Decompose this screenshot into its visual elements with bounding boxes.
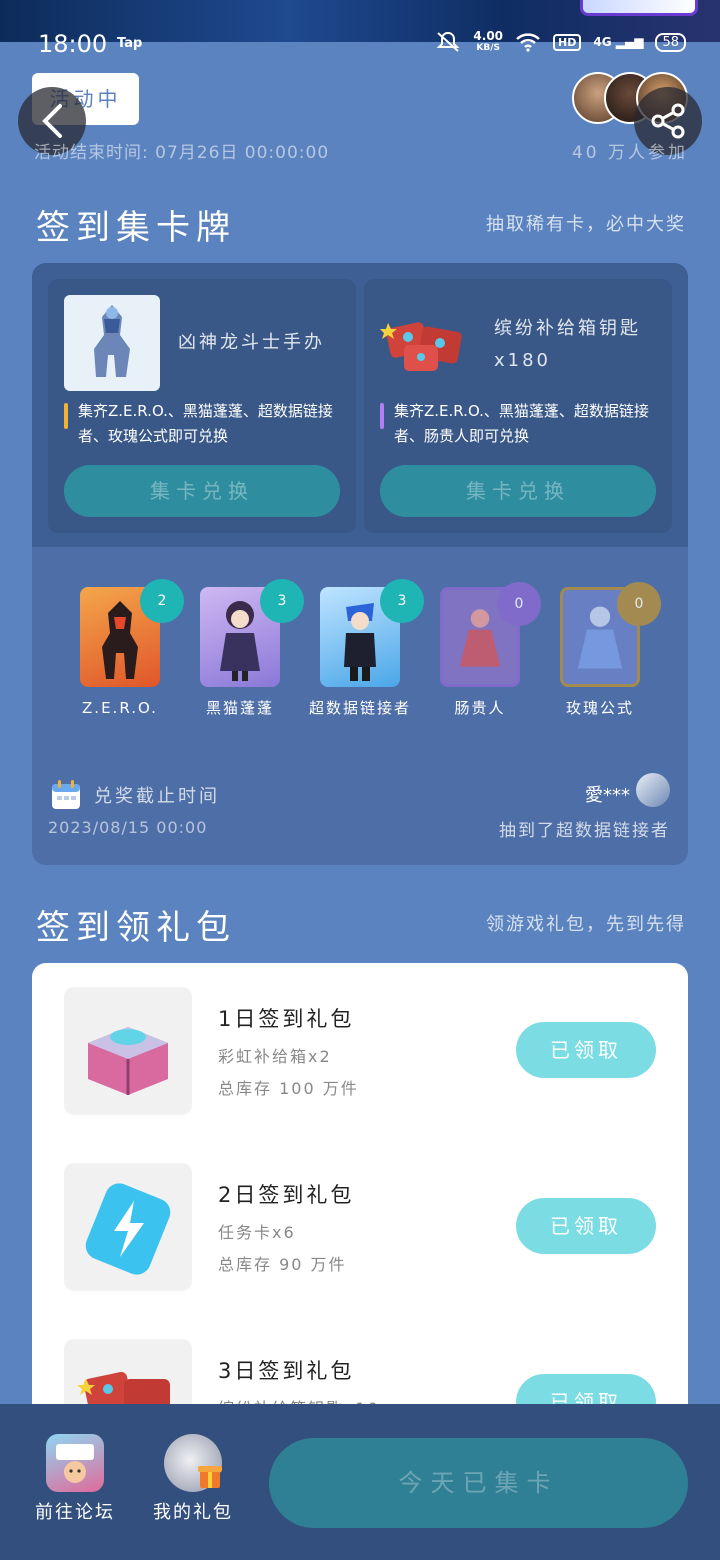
winner-action: 抽到了超数据链接者 bbox=[499, 821, 670, 841]
card-count-badge: 0 bbox=[617, 582, 661, 626]
status-time: 18:00 bbox=[38, 30, 108, 58]
gift-title: 1日签到礼包 bbox=[218, 1007, 355, 1031]
task-card-image bbox=[64, 1163, 192, 1291]
character-card[interactable]: 0 玫瑰公式 bbox=[540, 579, 661, 721]
character-name: 肠贵人 bbox=[454, 699, 506, 717]
gift-title: 2日签到礼包 bbox=[218, 1183, 355, 1207]
battery-indicator: 58 bbox=[655, 32, 686, 52]
gift-item: 彩虹补给箱x2 bbox=[218, 1047, 332, 1066]
network-speed: 4.00 KB/S bbox=[473, 29, 504, 53]
character-name: 超数据链接者 bbox=[308, 699, 411, 717]
hd-badge: HD bbox=[553, 33, 582, 51]
gift-title: 3日签到礼包 bbox=[218, 1359, 355, 1383]
card-count-badge: 2 bbox=[140, 579, 184, 623]
rose-formula-card-image: 0 bbox=[560, 582, 661, 687]
status-app-badge: Tap bbox=[117, 36, 143, 51]
reward-card-key: 缤纷补给箱钥匙 x180 集齐Z.E.R.O.、黑猫蓬蓬、超数据链接者、肠贵人即… bbox=[364, 279, 672, 533]
chang-guiren-card-image: 0 bbox=[440, 582, 541, 687]
reward-quantity: x180 bbox=[494, 350, 552, 371]
black-cat-card-image: 3 bbox=[200, 579, 304, 687]
gift-stock: 总库存 100 万件 bbox=[218, 1079, 359, 1098]
character-card-row: 2 Z.E.R.O. 3 黑猫蓬蓬 3 超数据链接者 0 肠贵人 0 玫瑰公式 bbox=[32, 579, 688, 749]
share-icon bbox=[651, 103, 685, 139]
dragon-warrior-figure-icon bbox=[94, 305, 130, 377]
character-name: Z.E.R.O. bbox=[82, 699, 158, 717]
figure-image bbox=[64, 295, 160, 391]
list-item: 1日签到礼包 彩虹补给箱x2 总库存 100 万件 已领取 bbox=[32, 963, 688, 1115]
character-name: 黑猫蓬蓬 bbox=[205, 699, 274, 717]
lightning-card-icon bbox=[85, 1183, 171, 1275]
supply-box-key-image bbox=[380, 295, 476, 391]
reward-row: 凶神龙斗士手办 集齐Z.E.R.O.、黑猫蓬蓬、超数据链接者、玫瑰公式即可兑换 … bbox=[32, 263, 688, 547]
bottom-action-bar: 前往论坛 我的礼包 今天已集卡 bbox=[0, 1404, 720, 1560]
rainbow-supply-box-image bbox=[64, 987, 192, 1115]
avatar bbox=[636, 773, 670, 807]
key-box-icon bbox=[380, 322, 462, 371]
calendar-icon bbox=[52, 780, 80, 809]
character-card[interactable]: 3 黑猫蓬蓬 bbox=[180, 579, 304, 721]
card-collection-panel: 凶神龙斗士手办 集齐Z.E.R.O.、黑猫蓬蓬、超数据链接者、玫瑰公式即可兑换 … bbox=[32, 263, 688, 865]
collected-today-button[interactable]: 今天已集卡 bbox=[269, 1438, 688, 1528]
reward-condition: 集齐Z.E.R.O.、黑猫蓬蓬、超数据链接者、玫瑰公式即可兑换 bbox=[64, 399, 342, 449]
claimed-button[interactable]: 已领取 bbox=[516, 1022, 656, 1078]
exchange-button[interactable]: 集卡兑换 bbox=[380, 465, 656, 517]
reward-name: 缤纷补给箱钥匙 bbox=[494, 318, 641, 339]
character-card[interactable]: 3 超数据链接者 bbox=[300, 579, 424, 721]
participant-count: 40 万人参加 bbox=[571, 143, 688, 163]
forum-icon bbox=[56, 1444, 94, 1483]
claimed-button[interactable]: 已领取 bbox=[516, 1198, 656, 1254]
list-item: 2日签到礼包 任务卡x6 总库存 90 万件 已领取 bbox=[32, 1139, 688, 1291]
wifi-icon bbox=[516, 33, 540, 52]
deadline-date: 2023/08/15 00:00 bbox=[48, 818, 208, 837]
status-icons: 4.00 KB/S HD 4G ▂▄▆ 58 bbox=[435, 30, 686, 54]
reward-name: 凶神龙斗士手办 bbox=[178, 332, 325, 353]
exchange-button[interactable]: 集卡兑换 bbox=[64, 465, 340, 517]
banner-logo bbox=[580, 0, 698, 16]
card-section-subtitle: 抽取稀有卡，必中大奖 bbox=[486, 214, 686, 235]
chevron-left-icon bbox=[42, 104, 62, 138]
signal-icon: 4G ▂▄▆ bbox=[593, 35, 644, 49]
card-section-title: 签到集卡牌 bbox=[36, 208, 236, 248]
supply-box-icon bbox=[88, 1027, 168, 1095]
character-card[interactable]: 0 肠贵人 bbox=[420, 579, 541, 721]
forum-app-icon bbox=[46, 1434, 104, 1492]
mute-bell-icon bbox=[437, 31, 460, 52]
gift-box-icon bbox=[198, 1466, 222, 1488]
status-bar: 18:00 Tap 4.00 KB/S HD 4G ▂▄▆ 58 bbox=[0, 22, 720, 66]
deadline-label: 兑奖截止时间 bbox=[94, 786, 220, 807]
activity-end-time: 活动结束时间: 07月26日 00:00:00 bbox=[34, 143, 330, 163]
my-gifts-nav-label: 我的礼包 bbox=[153, 1502, 233, 1523]
zero-card-image: 2 bbox=[80, 579, 184, 687]
my-gifts-avatar bbox=[164, 1434, 222, 1492]
winner-name: 愛*** bbox=[585, 785, 630, 806]
character-card[interactable]: 2 Z.E.R.O. bbox=[60, 579, 184, 721]
gift-section-title: 签到领礼包 bbox=[36, 908, 236, 948]
card-count-badge: 0 bbox=[497, 582, 541, 626]
data-linker-card-image: 3 bbox=[320, 579, 424, 687]
reward-card-figure: 凶神龙斗士手办 集齐Z.E.R.O.、黑猫蓬蓬、超数据链接者、玫瑰公式即可兑换 … bbox=[48, 279, 356, 533]
forum-nav-item[interactable]: 前往论坛 bbox=[20, 1434, 130, 1524]
card-count-badge: 3 bbox=[260, 579, 304, 623]
card-count-badge: 3 bbox=[380, 579, 424, 623]
my-gifts-nav-item[interactable]: 我的礼包 bbox=[138, 1434, 248, 1524]
reward-condition: 集齐Z.E.R.O.、黑猫蓬蓬、超数据链接者、肠贵人即可兑换 bbox=[380, 399, 658, 449]
gift-stock: 总库存 90 万件 bbox=[218, 1255, 347, 1274]
character-name: 玫瑰公式 bbox=[565, 699, 634, 717]
gift-item: 任务卡x6 bbox=[218, 1223, 296, 1242]
gift-section-subtitle: 领游戏礼包，先到先得 bbox=[486, 914, 686, 935]
forum-nav-label: 前往论坛 bbox=[35, 1502, 115, 1523]
